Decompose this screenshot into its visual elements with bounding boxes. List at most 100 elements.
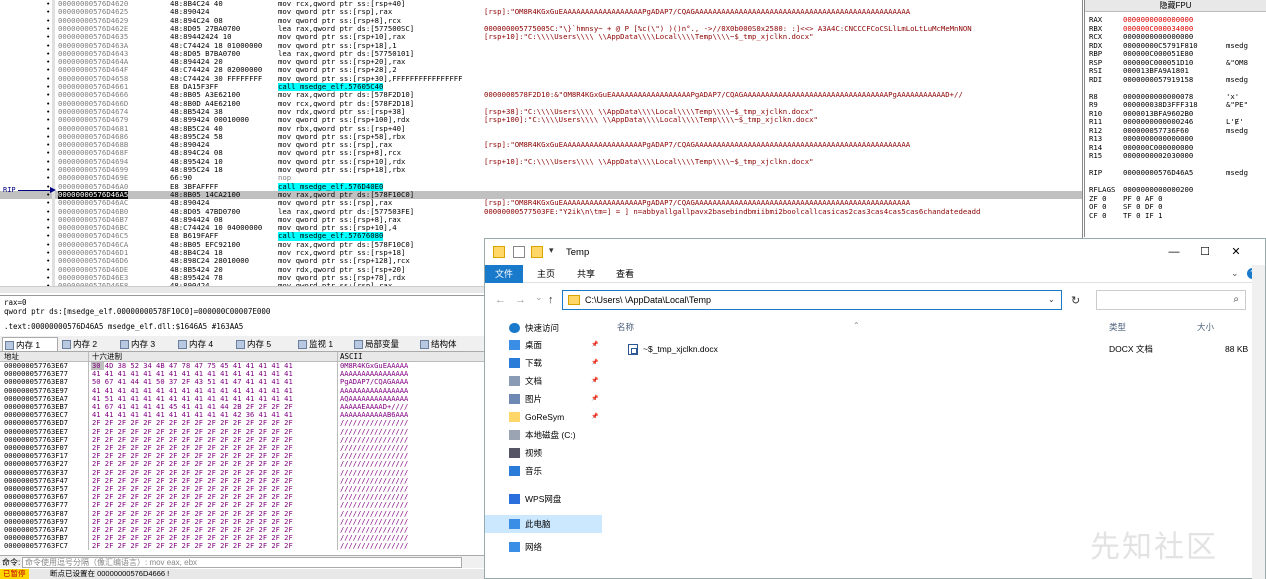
memory-tab[interactable]: 结构体 (418, 337, 478, 351)
expand-ribbon-icon[interactable]: ⌄ (1231, 268, 1239, 279)
memory-tab[interactable]: 内存 5 (234, 337, 294, 351)
file-name[interactable]: ~$_tmp_xjclkn.docx (643, 341, 718, 357)
documents-icon (509, 376, 520, 386)
disasm-row[interactable]: • 00000000576D469E 66:90 nop (0, 173, 1082, 182)
register-name: RIP (1089, 168, 1103, 177)
maximize-button[interactable]: ☐ (1192, 243, 1218, 261)
memory-tab[interactable]: 内存 3 (118, 337, 174, 351)
nav-item[interactable]: 桌面 📌 (485, 336, 602, 354)
new-folder-icon[interactable] (531, 246, 543, 258)
disasm-row[interactable]: • 00000000576D4681 48:8B5C24 40 mov rbx,qwo… (0, 124, 1082, 133)
column-name[interactable]: 名称 (617, 321, 634, 333)
nav-item-label: 图片 (525, 394, 543, 404)
address-dropdown-icon[interactable]: ⌄ (1048, 295, 1055, 304)
dump-column-divider (88, 352, 89, 550)
address-bar[interactable]: C:\Users\ \AppData\Local\Temp (562, 290, 1062, 310)
disasm-row[interactable]: • 00000000576D4643 48:8D05 B7BA0700 lea rax… (0, 49, 1082, 58)
explorer-titlebar[interactable]: ▾ Temp — ☐ ✕ (485, 239, 1265, 265)
nav-item[interactable]: 下载 📌 (485, 354, 602, 372)
nav-item-label: 本地磁盘 (C:) (525, 430, 576, 440)
pin-icon[interactable]: 📌 (591, 372, 598, 390)
column-size[interactable]: 大小 (1197, 321, 1214, 333)
disasm-row[interactable]: • 00000000576D46A0 E8 3BFAFFFF call msedge_… (0, 182, 1082, 191)
nav-item[interactable]: GoReSym 📌 (485, 408, 602, 426)
register-name: CF 0 (1089, 210, 1107, 220)
memory-tab[interactable]: 局部变量 (352, 337, 416, 351)
up-button[interactable]: ↑ (548, 294, 554, 306)
file-size: 88 KB (1225, 344, 1249, 354)
column-type[interactable]: 类型 (1109, 321, 1126, 333)
nav-item[interactable]: 网络 (485, 538, 602, 556)
disasm-row[interactable]: • 00000000576D46BC 48:C74424 10 04000000 mo… (0, 223, 1082, 232)
pin-icon[interactable]: 📌 (591, 390, 598, 408)
nav-item[interactable]: 快速访问 (485, 319, 602, 337)
disasm-row[interactable]: • 00000000576D464F 48:C74424 28 02000000 mo… (0, 66, 1082, 75)
recent-locations-button[interactable]: ⌄ (535, 292, 543, 303)
command-input[interactable]: 命令使用逗号分隔（像汇编语言）: mov eax, ebx (22, 557, 462, 568)
nav-item[interactable]: 图片 📌 (485, 390, 602, 408)
search-input[interactable]: ⌕ (1096, 290, 1246, 310)
register-row[interactable]: RFLAGS 0000000000000200 (1089, 185, 1266, 195)
disasm-row[interactable]: • 00000000576D4658 48:C74424 30 FFFFFFFF mo… (0, 74, 1082, 83)
nav-item-label: 桌面 (525, 340, 543, 350)
address-text[interactable]: C:\Users\ \AppData\Local\Temp (585, 295, 711, 305)
tab-file[interactable]: 文件 (485, 265, 524, 283)
disasm-row[interactable]: • 00000000576D468B 48:890424 mov qword ptr … (0, 140, 1082, 149)
disasm-row[interactable]: • 00000000576D4635 48:89442424 10 mov qword… (0, 32, 1082, 41)
info-panel: rax=0 qword ptr ds:[msedge_elf.000000005… (0, 295, 484, 335)
docx-file-icon (628, 344, 638, 355)
search-icon: ⌕ (1233, 294, 1239, 305)
dump-row[interactable]: 000000057763FC7 2F 2F 2F 2F 2F 2F 2F 2F 2… (0, 541, 484, 550)
disasm-row[interactable]: • 00000000576D464A 48:894424 20 mov qword p… (0, 57, 1082, 66)
disasm-row[interactable]: • 00000000576D4699 48:895C24 18 mov qword p… (0, 165, 1082, 174)
disasm-row[interactable]: • 00000000576D46B7 48:894424 08 mov qword p… (0, 215, 1082, 224)
minimize-button[interactable]: — (1161, 243, 1187, 261)
memory-dump[interactable]: 000000057763E67 30 4D 38 52 34 4B 47 78 4… (0, 362, 484, 550)
register-row[interactable]: RDI 0000000057919158 msedg (1089, 75, 1266, 85)
pin-icon[interactable]: 📌 (591, 354, 598, 372)
disasm-cm: 0000000578F2D10:&"OM8R4KGxGuEAAAAAAAAAAA… (484, 90, 963, 100)
nav-item[interactable]: 文档 📌 (485, 372, 602, 390)
memory-tab[interactable]: 内存 1 (2, 337, 58, 351)
tab-home[interactable]: 主页 (527, 265, 565, 283)
disasm-row[interactable]: • 00000000576D4679 48:899424 00010000 mov q… (0, 115, 1082, 124)
breakpoint-gutter[interactable] (52, 0, 55, 286)
refresh-button[interactable]: ↻ (1071, 294, 1080, 307)
registers-panel[interactable]: 隐藏FPU RAX 0000000000000000 RBX 000000C00003… (1084, 0, 1266, 237)
tab-view[interactable]: 查看 (606, 265, 644, 283)
file-row[interactable]: ~$_tmp_xjclkn.docx DOCX 文档 88 KB (605, 341, 1255, 357)
hide-fpu-button[interactable]: 隐藏FPU (1085, 0, 1266, 12)
properties-icon[interactable] (513, 246, 525, 258)
memory-tab[interactable]: 监视 1 (296, 337, 350, 351)
tab-share[interactable]: 共享 (567, 265, 605, 283)
disasm-row[interactable]: • 00000000576D46B0 48:8D05 47BD0700 lea rax… (0, 207, 1082, 216)
disasm-row[interactable]: • 00000000576D4625 48:890424 mov qword ptr … (0, 7, 1082, 16)
memory-tab-icon (5, 341, 14, 351)
disasm-row[interactable]: • 00000000576D4694 48:895424 10 mov qword p… (0, 157, 1082, 166)
nav-item[interactable]: 音乐 (485, 462, 602, 480)
disasm-row[interactable]: • 00000000576D463A 48:C74424 18 01000000 mo… (0, 41, 1082, 50)
column-headers: ⌃ 名称 类型 大小 (605, 319, 1255, 335)
register-comment: msedg (1226, 40, 1248, 50)
star-icon (509, 323, 520, 333)
register-row[interactable]: ZF 0 PF 0 AF 0 (1089, 194, 1266, 204)
register-row[interactable]: RIP 00000000576D46A5 msedg (1089, 168, 1266, 178)
register-row[interactable]: CF 0 TF 0 IF 1 (1089, 210, 1266, 221)
register-row[interactable]: OF 0 SF 0 DF 0 (1089, 202, 1266, 212)
register-row[interactable]: R15 0000000002030000 (1089, 151, 1266, 161)
close-button[interactable]: ✕ (1223, 243, 1249, 261)
pin-icon[interactable]: 📌 (591, 408, 598, 426)
address-row: ← → ⌄ ↑ C:\Users\ \AppData\Local\Temp ⌄ … (485, 285, 1265, 315)
nav-item[interactable]: 视频 (485, 444, 602, 462)
memory-tab[interactable]: 内存 4 (176, 337, 232, 351)
customize-toolbar-icon[interactable]: ▾ (549, 245, 554, 256)
memory-tab[interactable]: 内存 2 (60, 337, 116, 351)
back-button[interactable]: ← (495, 294, 506, 306)
command-bar: 命令: 命令使用逗号分隔（像汇编语言）: mov eax, ebx (0, 555, 484, 568)
nav-item[interactable]: WPS网盘 (485, 490, 602, 508)
forward-button[interactable]: → (515, 294, 526, 306)
nav-item[interactable]: 本地磁盘 (C:) (485, 426, 602, 444)
disasm-row[interactable]: • 00000000576D4666 48:8B05 A3E62100 mov rax… (0, 90, 1082, 100)
pin-icon[interactable]: 📌 (591, 336, 598, 354)
nav-item[interactable]: 此电脑 (485, 515, 602, 533)
